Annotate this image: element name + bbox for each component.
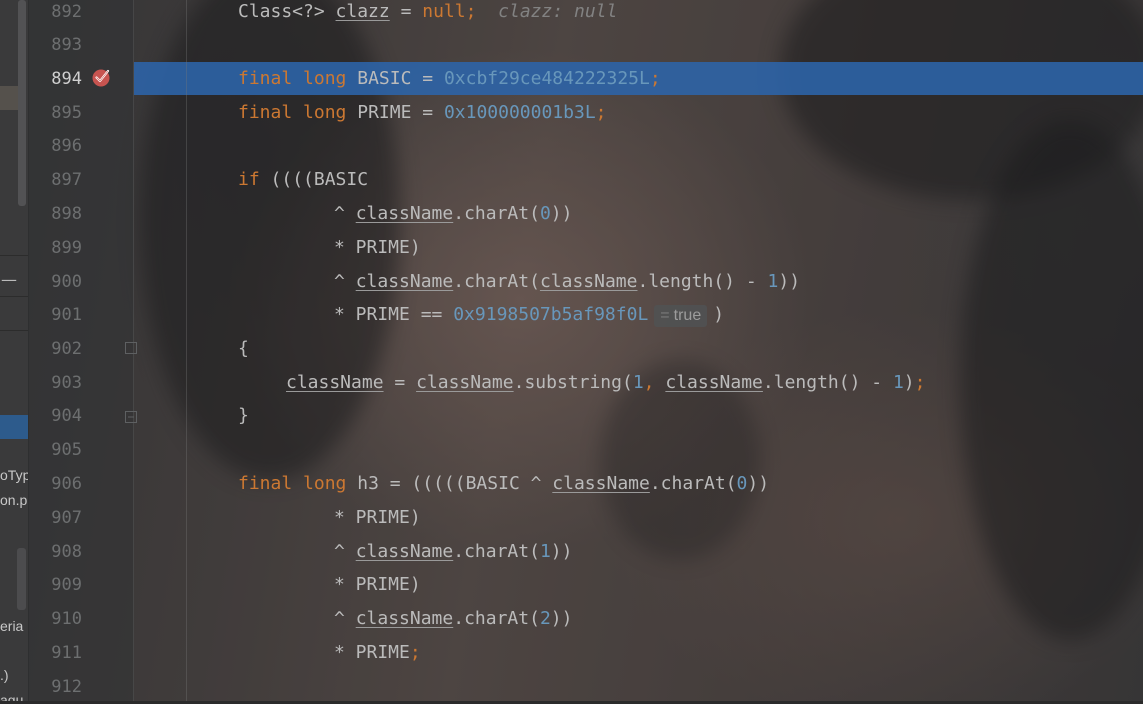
code-line[interactable]: * PRIME) — [334, 501, 421, 535]
code-line[interactable]: Class<?> clazz = null; clazz: null — [238, 0, 617, 29]
project-tree-item[interactable]: .) — [0, 667, 9, 683]
project-tree-item[interactable]: agu — [0, 692, 23, 701]
line-number: 898 — [51, 204, 82, 224]
editor-gutter[interactable]: 892 893 894 895 896 897 898 899 900 901 … — [28, 0, 137, 701]
project-tree-item[interactable]: eria — [0, 618, 23, 634]
line-number: 903 — [51, 373, 82, 393]
code-line[interactable]: ^ className.charAt(0)) — [334, 197, 572, 231]
code-line[interactable]: * PRIME) — [334, 568, 421, 602]
code-line[interactable]: { — [238, 332, 249, 366]
line-number-current: 894 — [51, 69, 82, 89]
line-number: 901 — [51, 305, 82, 325]
code-line[interactable]: ^ className.charAt(1)) — [334, 535, 572, 569]
breakpoint-icon[interactable] — [91, 66, 113, 88]
line-number: 899 — [51, 238, 82, 258]
line-number: 910 — [51, 609, 82, 629]
line-number: 893 — [51, 35, 82, 55]
line-number: 906 — [51, 474, 82, 494]
line-number: 892 — [51, 2, 82, 22]
code-line[interactable]: final long h3 = (((((BASIC ^ className.c… — [238, 467, 769, 501]
panel-scrollbar[interactable] — [17, 548, 26, 610]
code-line[interactable]: * PRIME) — [334, 231, 421, 265]
project-panel-edge: — oTyp on.p eria .) agu — [0, 0, 29, 701]
project-tree-item[interactable]: oTyp — [0, 467, 28, 483]
line-number: 912 — [51, 677, 82, 697]
line-number: 908 — [51, 542, 82, 562]
code-line[interactable]: * PRIME; — [334, 636, 421, 670]
line-number: 904 — [51, 406, 82, 426]
code-line[interactable]: ^ className.charAt(className.length() - … — [334, 265, 800, 299]
line-number: 900 — [51, 272, 82, 292]
line-number: 902 — [51, 339, 82, 359]
line-number: 909 — [51, 575, 82, 595]
project-tree-selected-row[interactable] — [0, 415, 28, 439]
code-line[interactable]: * PRIME == 0x9198507b5af98f0L = true) — [334, 298, 724, 332]
code-line[interactable]: ^ className.charAt(2)) — [334, 602, 572, 636]
code-line[interactable]: if ((((BASIC — [238, 163, 368, 197]
line-number: 896 — [51, 136, 82, 156]
line-number: 905 — [51, 440, 82, 460]
collapse-icon[interactable]: — — [1, 270, 17, 289]
inline-debug-value: clazz: null — [498, 1, 618, 22]
line-number: 907 — [51, 508, 82, 528]
project-tree-row[interactable] — [0, 86, 18, 110]
project-tree-item[interactable]: on.p — [0, 492, 27, 508]
project-panel-scrollbar[interactable] — [18, 0, 26, 206]
code-line[interactable]: } — [238, 399, 249, 433]
line-number: 911 — [51, 643, 82, 663]
code-editor[interactable]: Class<?> clazz = null; clazz: null final… — [134, 0, 1143, 701]
code-line[interactable]: className = className.substring(1, class… — [286, 366, 925, 400]
code-line[interactable]: final long PRIME = 0x100000001b3L; — [238, 96, 607, 130]
line-number: 897 — [51, 170, 82, 190]
inline-value-hint: = true — [654, 305, 708, 327]
line-number: 895 — [51, 103, 82, 123]
code-line-execution-point[interactable]: final long BASIC = 0xcbf29ce484222325L; — [238, 62, 661, 96]
